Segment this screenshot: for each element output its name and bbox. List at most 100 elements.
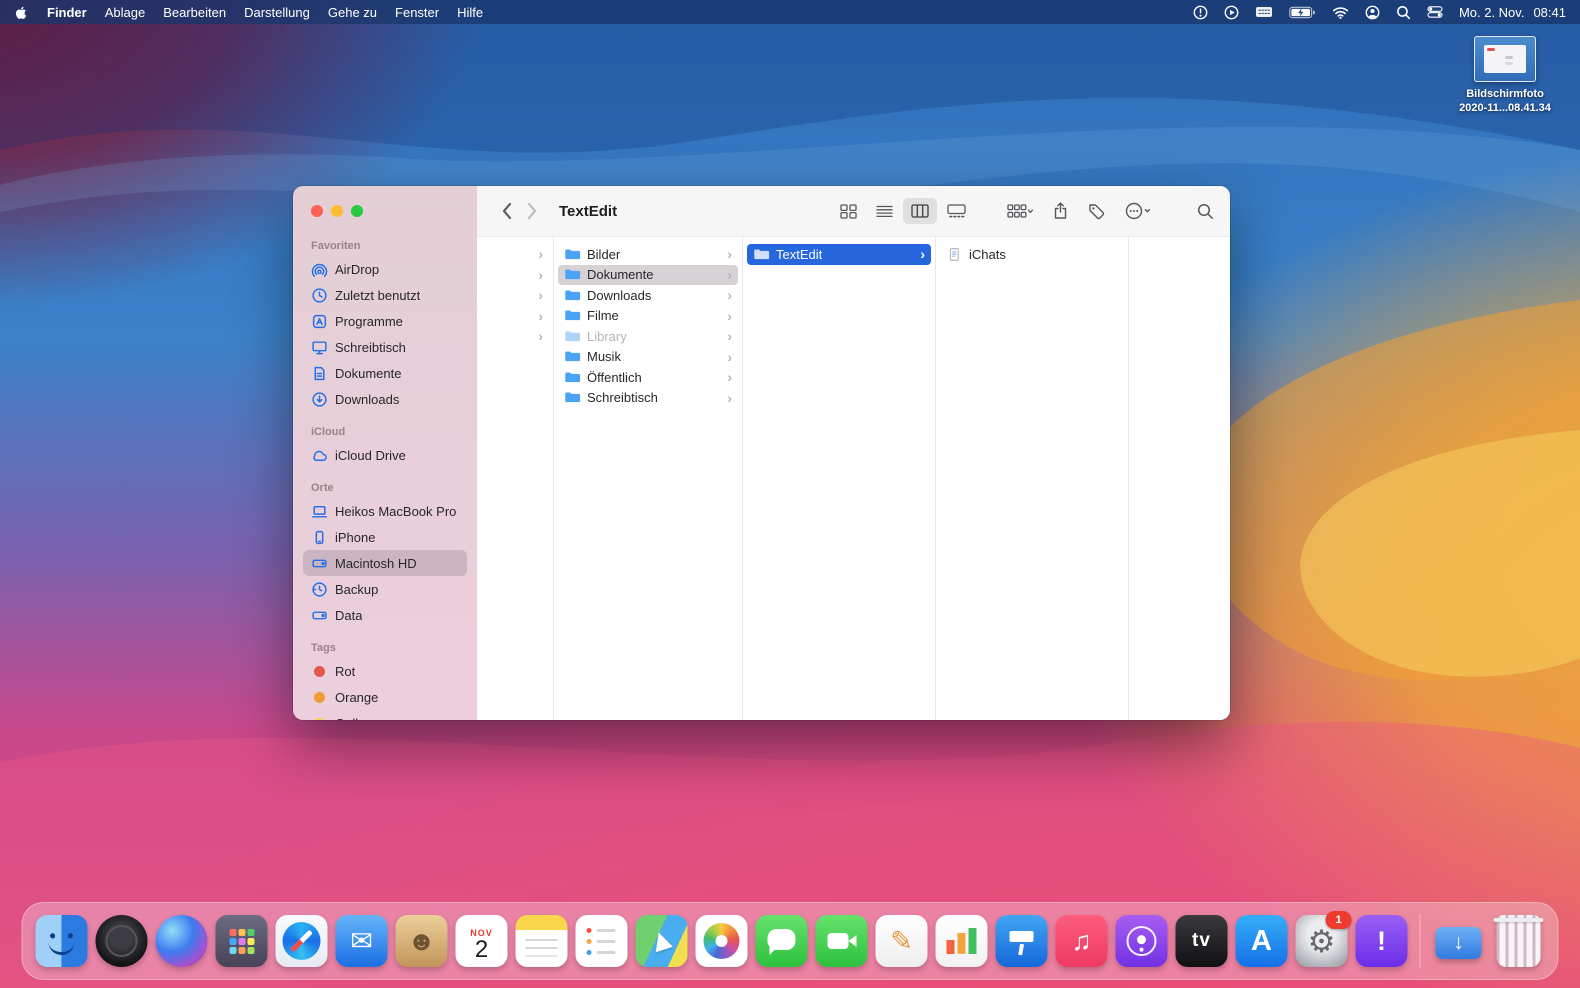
column-item-bilder[interactable]: Bilder›: [558, 244, 738, 265]
maps-app-icon: [636, 915, 688, 967]
menu-bar: Finder Ablage Bearbeiten Darstellung Gehe z…: [0, 0, 1580, 24]
sidebar-item-schreibtisch[interactable]: Schreibtisch: [303, 334, 467, 360]
sidebar-item-icloud-drive[interactable]: iCloud Drive: [303, 442, 467, 468]
column-item-truncated[interactable]: ›: [481, 244, 549, 265]
contacts-dock-icon[interactable]: [395, 914, 449, 968]
sidebar-item-rot[interactable]: Rot: [303, 658, 467, 684]
downloads-folder-dock-icon[interactable]: [1432, 914, 1486, 968]
safari-dock-icon[interactable]: [275, 914, 329, 968]
icon-view-button[interactable]: [831, 198, 865, 224]
share-button[interactable]: [1053, 198, 1068, 224]
sidebar-item-downloads[interactable]: Downloads: [303, 386, 467, 412]
menu-item-gehe-zu[interactable]: Gehe zu: [328, 5, 377, 20]
messages-dock-icon[interactable]: [755, 914, 809, 968]
menu-item-hilfe[interactable]: Hilfe: [457, 5, 483, 20]
menu-bar-clock[interactable]: Mo. 2. Nov. 08:41: [1459, 5, 1566, 20]
finder-sidebar: FavoritenAirDropZuletzt benutztProgramme…: [293, 186, 477, 720]
column-item-truncated[interactable]: ›: [481, 326, 549, 347]
sidebar-item-dokumente[interactable]: Dokumente: [303, 360, 467, 386]
toolbar-actions: [1007, 198, 1151, 224]
column-item-downloads[interactable]: Downloads›: [558, 285, 738, 306]
clock-icon: [311, 287, 328, 304]
desktop-screenshot-file[interactable]: Bildschirmfoto 2020-11...08.41.34: [1450, 36, 1560, 116]
pages-dock-icon[interactable]: [875, 914, 929, 968]
column-item-musik[interactable]: Musik›: [558, 347, 738, 368]
spotlight-icon[interactable]: [1396, 5, 1411, 20]
input-source-icon[interactable]: [1255, 6, 1273, 18]
column-item-filme[interactable]: Filme›: [558, 306, 738, 327]
apple-menu-icon[interactable]: [14, 4, 29, 21]
maps-dock-icon[interactable]: [635, 914, 689, 968]
forward-button[interactable]: [519, 198, 545, 224]
user-account-icon[interactable]: [1365, 5, 1380, 20]
sidebar-item-backup[interactable]: Backup: [303, 576, 467, 602]
column-item-truncated[interactable]: ›: [481, 285, 549, 306]
column-item-schreibtisch[interactable]: Schreibtisch›: [558, 388, 738, 409]
gallery-view-button[interactable]: [939, 198, 973, 224]
trash-dock-icon[interactable]: [1492, 914, 1546, 968]
siri-dock-icon[interactable]: [155, 914, 209, 968]
more-options-button[interactable]: [1125, 198, 1151, 224]
column-view-button[interactable]: [903, 198, 937, 224]
notes-dock-icon[interactable]: [515, 914, 569, 968]
minimize-button[interactable]: [331, 205, 343, 217]
column-item-textedit[interactable]: TextEdit›: [747, 244, 931, 265]
lens-app-dock-icon[interactable]: [95, 914, 149, 968]
sidebar-item-orange[interactable]: Orange: [303, 684, 467, 710]
dock: NOV2 1: [22, 902, 1559, 980]
column-item-truncated[interactable]: ›: [481, 265, 549, 286]
launchpad-dock-icon[interactable]: [215, 914, 269, 968]
facetime-dock-icon[interactable]: [815, 914, 869, 968]
view-mode-switcher: [831, 198, 973, 224]
column-view: ›››››Bilder›Dokumente›Downloads›Filme›Li…: [477, 237, 1230, 720]
list-view-button[interactable]: [867, 198, 901, 224]
search-button[interactable]: [1197, 198, 1214, 224]
sidebar-item-airdrop[interactable]: AirDrop: [303, 256, 467, 282]
sidebar-item-data[interactable]: Data: [303, 602, 467, 628]
finder-dock-icon[interactable]: [35, 914, 89, 968]
sidebar-item-heikos-macbook-pro[interactable]: Heikos MacBook Pro: [303, 498, 467, 524]
photos-dock-icon[interactable]: [695, 914, 749, 968]
close-button[interactable]: [311, 205, 323, 217]
disk-icon: [311, 607, 328, 624]
menu-item-bearbeiten[interactable]: Bearbeiten: [163, 5, 226, 20]
music-dock-icon[interactable]: [1055, 914, 1109, 968]
column-item-dokumente[interactable]: Dokumente›: [558, 265, 738, 286]
launchpad-app-icon: [216, 915, 268, 967]
system-preferences-dock-icon[interactable]: 1: [1295, 914, 1349, 968]
numbers-dock-icon[interactable]: [935, 914, 989, 968]
control-center-icon[interactable]: [1427, 6, 1443, 18]
sidebar-item-programme[interactable]: Programme: [303, 308, 467, 334]
play-circle-icon[interactable]: [1224, 5, 1239, 20]
info-circle-icon[interactable]: [1193, 5, 1208, 20]
group-by-button[interactable]: [1007, 198, 1033, 224]
mail-dock-icon[interactable]: [335, 914, 389, 968]
keynote-dock-icon[interactable]: [995, 914, 1049, 968]
column-item-library[interactable]: Library›: [558, 326, 738, 347]
active-app-menu[interactable]: Finder: [47, 5, 87, 20]
zoom-button[interactable]: [351, 205, 363, 217]
column-item-truncated[interactable]: ›: [481, 306, 549, 327]
sidebar-item-zuletzt-benutzt[interactable]: Zuletzt benutzt: [303, 282, 467, 308]
sidebar-item-iphone[interactable]: iPhone: [303, 524, 467, 550]
wifi-icon[interactable]: [1332, 6, 1349, 19]
tag-button[interactable]: [1088, 198, 1105, 224]
reminders-dock-icon[interactable]: [575, 914, 629, 968]
calendar-dock-icon[interactable]: NOV2: [455, 914, 509, 968]
feedback-assistant-dock-icon[interactable]: [1355, 914, 1409, 968]
sidebar-item-gelb[interactable]: Gelb: [303, 710, 467, 720]
chevron-right-icon: ›: [920, 247, 925, 261]
menu-item-fenster[interactable]: Fenster: [395, 5, 439, 20]
menu-item-darstellung[interactable]: Darstellung: [244, 5, 310, 20]
battery-charging-icon[interactable]: [1289, 6, 1316, 19]
sidebar-item-macintosh-hd[interactable]: Macintosh HD: [303, 550, 467, 576]
notes-app-icon: [516, 915, 568, 967]
podcasts-dock-icon[interactable]: [1115, 914, 1169, 968]
menu-item-ablage[interactable]: Ablage: [105, 5, 145, 20]
app-store-dock-icon[interactable]: [1235, 914, 1289, 968]
column-item-ichats[interactable]: iChats: [940, 244, 1124, 265]
column-item-öffentlich[interactable]: Öffentlich›: [558, 367, 738, 388]
sidebar-item-label: Macintosh HD: [335, 556, 417, 571]
tv-dock-icon[interactable]: [1175, 914, 1229, 968]
back-button[interactable]: [493, 198, 519, 224]
